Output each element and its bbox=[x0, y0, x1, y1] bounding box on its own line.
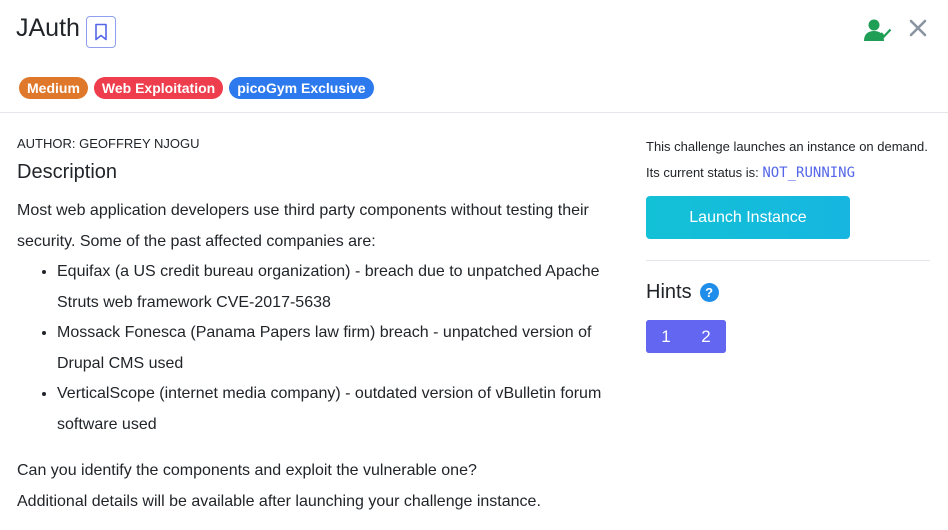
hint-1-button[interactable]: 1 bbox=[646, 320, 686, 353]
launch-note: This challenge launches an instance on d… bbox=[646, 139, 928, 154]
status-label: Its current status is: bbox=[646, 165, 759, 180]
exclusive-badge[interactable]: picoGym Exclusive bbox=[229, 77, 374, 99]
hints-title: Hints bbox=[646, 281, 692, 303]
bookmark-button[interactable] bbox=[86, 16, 116, 48]
description-question: Can you identify the components and expl… bbox=[17, 462, 477, 479]
user-check-icon[interactable] bbox=[864, 18, 892, 44]
challenge-title: JAuth bbox=[16, 14, 80, 42]
close-icon[interactable] bbox=[907, 17, 929, 39]
divider bbox=[646, 260, 930, 261]
category-badge[interactable]: Web Exploitation bbox=[93, 77, 224, 99]
challenge-main: AUTHOR: GEOFFREY NJOGU Description Most … bbox=[17, 134, 617, 517]
list-item: Mossack Fonesca (Panama Papers law firm)… bbox=[57, 318, 617, 379]
description-details: Additional details will be available aft… bbox=[17, 492, 541, 510]
hints-header: Hints ? bbox=[646, 281, 930, 304]
status-value: NOT_RUNNING bbox=[762, 165, 856, 181]
bookmark-icon bbox=[95, 23, 107, 41]
help-icon[interactable]: ? bbox=[699, 283, 719, 302]
status-line: Its current status is: NOT_RUNNING bbox=[646, 160, 930, 186]
author-label: AUTHOR: GEOFFREY NJOGU bbox=[17, 136, 200, 151]
launch-instance-button[interactable]: Launch Instance bbox=[646, 196, 850, 239]
challenge-header: JAuth Medium Web Exploitation picoGym Ex… bbox=[0, 0, 948, 113]
hint-2-button[interactable]: 2 bbox=[686, 320, 726, 353]
difficulty-badge[interactable]: Medium bbox=[19, 77, 88, 99]
description-intro: Most web application developers use thir… bbox=[17, 202, 589, 250]
badge-list: Medium Web Exploitation picoGym Exclusiv… bbox=[19, 77, 374, 99]
list-item: Equifax (a US credit bureau organization… bbox=[57, 257, 617, 318]
list-item: VerticalScope (internet media company) -… bbox=[57, 379, 617, 440]
hint-button-group: 1 2 bbox=[646, 320, 726, 353]
description-heading: Description bbox=[17, 161, 118, 183]
instance-sidebar: This challenge launches an instance on d… bbox=[646, 134, 930, 353]
affected-companies-list: Equifax (a US credit bureau organization… bbox=[17, 257, 617, 440]
